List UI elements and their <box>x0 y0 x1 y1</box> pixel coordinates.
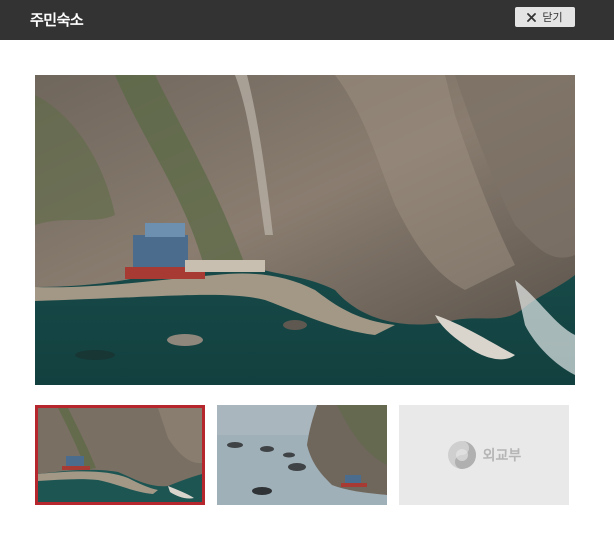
thumbnail-2[interactable] <box>217 405 387 505</box>
close-button[interactable]: 닫기 <box>515 7 575 27</box>
thumbnail-3-label: 외교부 <box>482 448 522 464</box>
close-icon <box>527 12 537 22</box>
thumbnail-3[interactable]: 외교부 <box>399 405 569 505</box>
dialog-title: 주민숙소 <box>30 11 84 29</box>
close-button-label: 닫기 <box>542 11 563 24</box>
main-photo <box>35 75 575 385</box>
thumbnail-1[interactable] <box>35 405 205 505</box>
dialog-titlebar: 주민숙소 닫기 <box>0 0 614 40</box>
mofa-logo-icon <box>447 440 477 470</box>
